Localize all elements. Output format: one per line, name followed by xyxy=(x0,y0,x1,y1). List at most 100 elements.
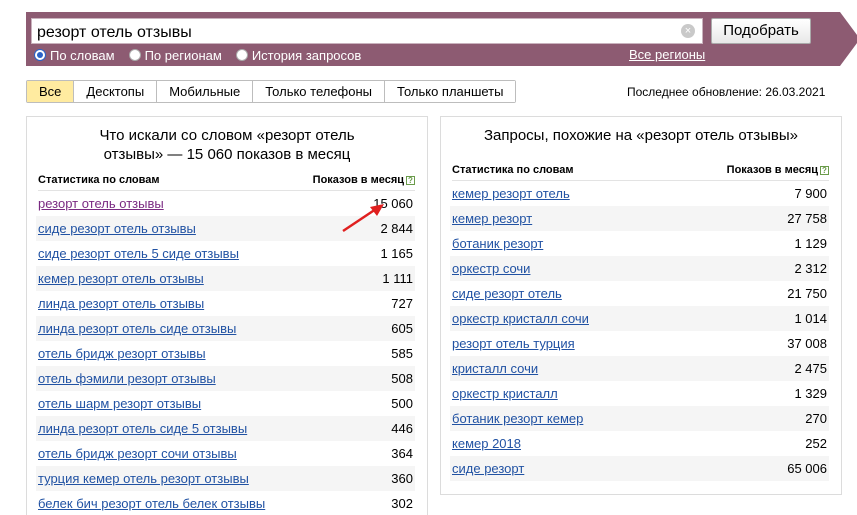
radio-icon[interactable] xyxy=(235,49,248,61)
help-icon[interactable]: ? xyxy=(406,176,415,185)
shows-count: 508 xyxy=(391,371,413,386)
table-row: отель шарм резорт отзывы 500 xyxy=(36,391,415,416)
word-stats-list: резорт отель отзывы 15 060 сиде резорт оте… xyxy=(36,191,415,515)
shows-count: 252 xyxy=(805,436,827,451)
clear-icon[interactable]: × xyxy=(681,24,695,38)
query-link[interactable]: ботаник резорт xyxy=(452,231,543,256)
tab-desktops[interactable]: Десктопы xyxy=(74,81,158,102)
shows-count: 2 312 xyxy=(794,261,827,276)
table-row: сиде резорт отель 21 750 xyxy=(450,281,829,306)
query-link[interactable]: сиде резорт xyxy=(452,456,524,481)
mode-label: По регионам xyxy=(144,47,222,63)
column-header-label: Показов в месяц xyxy=(726,164,818,176)
table-row: отель бридж резорт сочи отзывы 364 xyxy=(36,441,415,466)
table-row: оркестр сочи 2 312 xyxy=(450,256,829,281)
panel-title: Запросы, похожие на «резорт отель отзывы… xyxy=(483,127,799,144)
query-link[interactable]: кемер 2018 xyxy=(452,431,521,456)
table-row: резорт отель турция 37 008 xyxy=(450,331,829,356)
tab-tablets[interactable]: Только планшеты xyxy=(385,81,516,102)
table-row: отель бридж резорт отзывы 585 xyxy=(36,341,415,366)
column-header-shows: Показов в месяц? xyxy=(727,164,829,176)
query-link[interactable]: сиде резорт отель отзывы xyxy=(38,216,196,241)
tab-all[interactable]: Все xyxy=(27,81,75,102)
shows-count: 1 329 xyxy=(794,386,827,401)
query-link[interactable]: сиде резорт отель 5 сиде отзывы xyxy=(38,241,239,266)
table-row: сиде резорт 65 006 xyxy=(450,456,829,481)
query-link[interactable]: ботаник резорт кемер xyxy=(452,406,583,431)
panel-title-line: Что искали со словом «резорт отель xyxy=(99,127,355,144)
shows-count: 21 750 xyxy=(787,286,827,301)
table-row: ботаник резорт 1 129 xyxy=(450,231,829,256)
shows-count: 27 758 xyxy=(787,211,827,226)
mode-history[interactable]: История запросов xyxy=(235,47,362,63)
shows-count: 65 006 xyxy=(787,461,827,476)
query-link[interactable]: кемер резорт xyxy=(452,206,532,231)
query-link[interactable]: кемер резорт отель xyxy=(452,181,570,206)
query-link[interactable]: оркестр сочи xyxy=(452,256,530,281)
mode-label: История запросов xyxy=(251,47,362,63)
shows-count: 7 900 xyxy=(794,186,827,201)
table-row: белек бич резорт отель белек отзывы 302 xyxy=(36,491,415,515)
query-link[interactable]: турция кемер отель резорт отзывы xyxy=(38,466,249,491)
table-row: сиде резорт отель 5 сиде отзывы 1 165 xyxy=(36,241,415,266)
table-row: оркестр кристалл 1 329 xyxy=(450,381,829,406)
shows-count: 605 xyxy=(391,321,413,336)
submit-button[interactable]: Подобрать xyxy=(711,18,811,44)
panel-title: Что искали со словом «резорт отель отзыв… xyxy=(27,117,427,164)
search-bar: × Подобрать По словам По регионам Истори… xyxy=(26,12,857,66)
mode-by-regions[interactable]: По регионам xyxy=(128,47,222,63)
table-row: кемер 2018 252 xyxy=(450,431,829,456)
query-link[interactable]: отель фэмили резорт отзывы xyxy=(38,366,216,391)
tab-mobile[interactable]: Мобильные xyxy=(157,81,254,102)
query-link[interactable]: линда резорт отель сиде отзывы xyxy=(38,316,236,341)
shows-count: 1 014 xyxy=(794,311,827,326)
query-link[interactable]: белек бич резорт отель белек отзывы xyxy=(38,491,265,515)
query-link[interactable]: отель бридж резорт сочи отзывы xyxy=(38,441,237,466)
query-link[interactable]: сиде резорт отель xyxy=(452,281,562,306)
column-header-query: Статистика по словам xyxy=(452,164,574,176)
search-input[interactable] xyxy=(31,18,703,44)
panel-title-line: отзывы» — 15 060 показов в месяц xyxy=(103,146,351,163)
annotation-arrow-icon xyxy=(342,204,384,233)
query-link[interactable]: отель бридж резорт отзывы xyxy=(38,341,206,366)
table-row: линда резорт отель сиде 5 отзывы 446 xyxy=(36,416,415,441)
search-bar-arrow xyxy=(840,12,857,66)
table-row: оркестр кристалл сочи 1 014 xyxy=(450,306,829,331)
tab-phones[interactable]: Только телефоны xyxy=(253,81,386,102)
table-row: кемер резорт отель отзывы 1 111 xyxy=(36,266,415,291)
table-row: линда резорт отель сиде отзывы 605 xyxy=(36,316,415,341)
query-link[interactable]: резорт отель турция xyxy=(452,331,575,356)
radio-icon[interactable] xyxy=(128,49,141,61)
shows-count: 37 008 xyxy=(787,336,827,351)
table-header: Статистика по словам Показов в месяц? xyxy=(38,174,415,191)
shows-count: 302 xyxy=(391,496,413,511)
shows-count: 360 xyxy=(391,471,413,486)
similar-queries-list: кемер резорт отель 7 900 кемер резорт 27 75… xyxy=(450,181,829,481)
mode-by-words[interactable]: По словам xyxy=(34,47,115,63)
annotation-arrow-head xyxy=(370,204,384,216)
table-row: линда резорт отель отзывы 727 xyxy=(36,291,415,316)
column-header-shows: Показов в месяц? xyxy=(313,174,415,186)
query-link[interactable]: кристалл сочи xyxy=(452,356,538,381)
radio-selected-icon[interactable] xyxy=(34,49,46,61)
annotation-arrow-shaft xyxy=(342,207,377,233)
query-link[interactable]: оркестр кристалл сочи xyxy=(452,306,589,331)
mode-label: По словам xyxy=(50,47,115,63)
query-link[interactable]: линда резорт отель сиде 5 отзывы xyxy=(38,416,247,441)
column-header-label: Показов в месяц xyxy=(312,174,404,186)
help-icon[interactable]: ? xyxy=(820,166,829,175)
shows-count: 1 165 xyxy=(380,246,413,261)
query-link[interactable]: линда резорт отель отзывы xyxy=(38,291,204,316)
table-row: отель фэмили резорт отзывы 508 xyxy=(36,366,415,391)
last-update-text: Последнее обновление: 26.03.2021 xyxy=(627,85,826,99)
query-link[interactable]: кемер резорт отель отзывы xyxy=(38,266,204,291)
table-row: кристалл сочи 2 475 xyxy=(450,356,829,381)
all-regions-link[interactable]: Все регионы xyxy=(629,47,705,62)
shows-count: 270 xyxy=(805,411,827,426)
table-header: Статистика по словам Показов в месяц? xyxy=(452,164,829,181)
query-link[interactable]: оркестр кристалл xyxy=(452,381,558,406)
shows-count: 1 111 xyxy=(382,271,413,286)
table-row: ботаник резорт кемер 270 xyxy=(450,406,829,431)
query-link[interactable]: отель шарм резорт отзывы xyxy=(38,391,201,416)
query-link[interactable]: резорт отель отзывы xyxy=(38,191,164,216)
